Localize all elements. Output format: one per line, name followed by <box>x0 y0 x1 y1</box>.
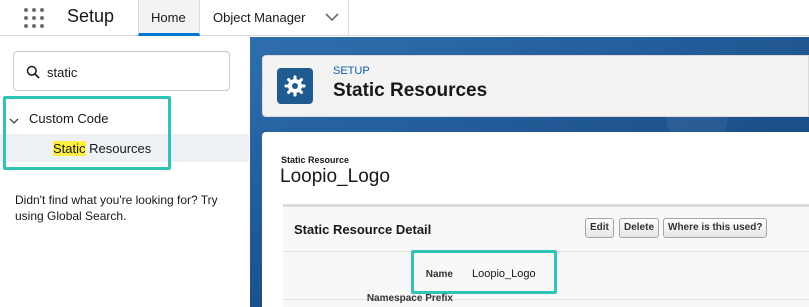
field-label-name: Name <box>425 269 453 280</box>
chevron-down-icon <box>325 13 339 22</box>
detail-section-title: Static Resource Detail <box>294 222 432 237</box>
tab-object-manager[interactable]: Object Manager <box>201 0 306 36</box>
tree-group-label: Custom Code <box>29 111 109 126</box>
tree-item-static-resources[interactable]: Static Resources <box>0 134 249 162</box>
page-eyebrow: SETUP <box>333 65 370 77</box>
record-title: Loopio_Logo <box>280 166 390 187</box>
search-icon <box>26 65 40 79</box>
global-header: Setup Home Object Manager <box>0 0 809 36</box>
page-header: SETUP Static Resources <box>262 55 809 117</box>
app-launcher-icon[interactable] <box>23 7 45 29</box>
setup-content-area: SETUP Static Resources Static Resource L… <box>250 37 809 307</box>
tree-group-custom-code[interactable]: Custom Code <box>0 109 249 133</box>
page-title: Static Resources <box>333 80 488 101</box>
detail-divider <box>283 251 809 252</box>
object-manager-menu-button[interactable] <box>316 0 348 36</box>
edit-button[interactable]: Edit <box>585 218 614 238</box>
record-card: Static Resource Loopio_Logo Static Resou… <box>262 132 809 307</box>
tree-item-label: Static Resources <box>53 141 151 156</box>
app-name: Setup <box>67 6 115 26</box>
setup-sidebar: Custom Code Static Resources Didn't find… <box>0 37 249 307</box>
record-type-label: Static Resource <box>281 155 350 165</box>
search-hint-text: Didn't find what you're looking for? Try… <box>15 193 218 223</box>
chevron-down-icon <box>9 118 19 124</box>
field-value-name: Loopio_Logo <box>472 268 536 280</box>
delete-button[interactable]: Delete <box>619 218 660 238</box>
tree-item-label-rest: Resources <box>85 141 152 156</box>
search-match-highlight: Static <box>53 141 86 156</box>
setup-gear-icon <box>277 68 313 104</box>
tab-home[interactable]: Home <box>138 0 200 36</box>
tab-divider <box>348 0 349 36</box>
detail-section: Static Resource Detail Edit Delete Where… <box>283 204 809 307</box>
quick-find-input[interactable] <box>47 61 222 83</box>
field-label-namespace-prefix: Namespace Prefix <box>366 293 453 304</box>
quick-find-box[interactable] <box>13 51 230 91</box>
where-is-this-used-button[interactable]: Where is this used? <box>663 218 768 238</box>
